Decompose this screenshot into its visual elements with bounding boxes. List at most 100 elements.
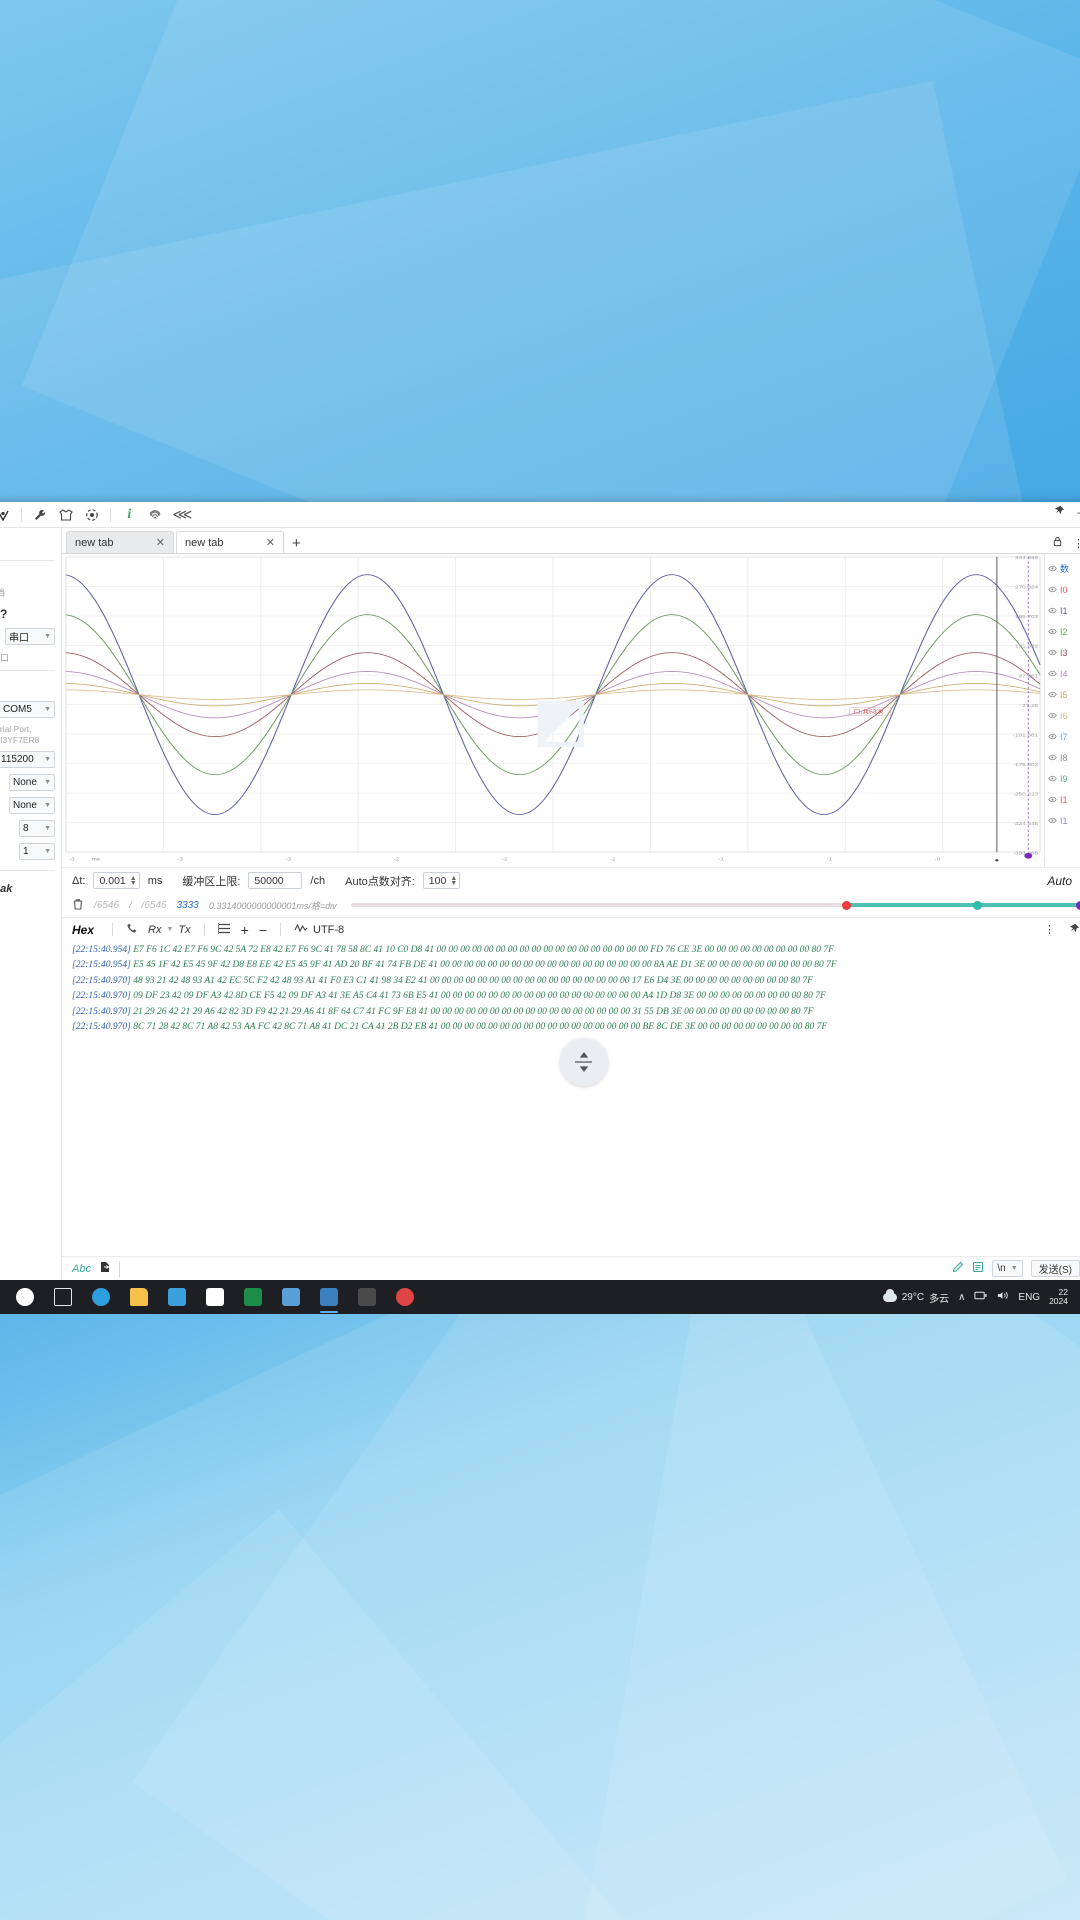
channel-row[interactable]: I2 <box>1045 621 1080 642</box>
pin-icon[interactable] <box>1069 923 1080 937</box>
edge-icon[interactable] <box>82 1280 120 1314</box>
wave-icon[interactable] <box>289 923 313 936</box>
channel-row[interactable]: I1 <box>1045 600 1080 621</box>
more-vertical-icon[interactable]: ⋮ <box>1073 537 1080 550</box>
break-button[interactable]: Break <box>0 883 12 895</box>
end-knob[interactable] <box>1076 901 1080 910</box>
tab-new-tab-2[interactable]: new tab ✕ <box>176 531 284 553</box>
parity-select[interactable]: None ▼ <box>9 797 55 814</box>
flow-control-select[interactable]: None ▼ <box>9 774 55 791</box>
stop-bits-select[interactable]: 1 ▼ <box>19 843 55 860</box>
channel-row[interactable]: I9 <box>1045 768 1080 789</box>
auto-label[interactable]: Auto <box>1047 874 1080 888</box>
eye-icon[interactable] <box>1048 816 1057 826</box>
eye-icon[interactable] <box>1048 606 1057 616</box>
phone-icon[interactable] <box>121 922 143 937</box>
hex-mode-button[interactable]: Hex <box>72 923 94 937</box>
eye-icon[interactable] <box>1048 732 1057 742</box>
file-send-icon[interactable] <box>99 1261 111 1276</box>
channel-row[interactable]: I0 <box>1045 579 1080 600</box>
baud-rate-select[interactable]: 115200 ▼ <box>0 751 55 768</box>
hex-log-panel[interactable]: [22:15:40.954] E7 F6 1C 42 E7 F6 9C 42 5… <box>62 941 1080 1256</box>
align-input[interactable]: 100 ▲▼ <box>423 872 460 889</box>
pencil-icon[interactable] <box>952 1261 964 1276</box>
channel-row[interactable]: I8 <box>1045 747 1080 768</box>
send-button[interactable]: 发送(S) <box>1031 1260 1080 1277</box>
terminal-icon[interactable] <box>348 1280 386 1314</box>
resize-handle[interactable] <box>560 1038 608 1086</box>
dt-input[interactable]: 0.001 ▲▼ <box>93 872 139 889</box>
eye-icon[interactable] <box>1048 774 1057 784</box>
lock-icon[interactable] <box>1052 536 1063 550</box>
eye-icon[interactable] <box>1048 564 1057 574</box>
zoom-out-button[interactable]: − <box>254 922 272 938</box>
channel-row[interactable]: I1 <box>1045 789 1080 810</box>
buffer-input[interactable]: 50000 <box>248 872 302 889</box>
pin-icon[interactable] <box>1054 505 1065 519</box>
list-icon[interactable] <box>972 1261 984 1276</box>
zoom-in-button[interactable]: + <box>236 922 254 938</box>
engine-help-icon[interactable]: ? <box>0 607 7 621</box>
recorder-icon[interactable] <box>386 1280 424 1314</box>
data-bits-select[interactable]: 8 ▼ <box>19 820 55 837</box>
channel-row[interactable]: I6 <box>1045 705 1080 726</box>
eye-icon[interactable] <box>1048 669 1057 679</box>
channel-row[interactable]: I4 <box>1045 663 1080 684</box>
eye-icon[interactable] <box>1048 753 1057 763</box>
keil-icon[interactable] <box>272 1280 310 1314</box>
excel-icon[interactable] <box>234 1280 272 1314</box>
send-input[interactable] <box>119 1261 944 1277</box>
eye-icon[interactable] <box>1048 711 1057 721</box>
eye-icon[interactable] <box>1048 690 1057 700</box>
language-indicator[interactable]: ENG <box>1018 1292 1040 1303</box>
fingerprint-icon[interactable] <box>142 504 168 526</box>
close-icon[interactable]: ✕ <box>156 536 165 549</box>
channel-row[interactable]: I3 <box>1045 642 1080 663</box>
encoding-label[interactable]: UTF-8 <box>313 924 344 936</box>
chevron-down-icon[interactable]: ▼ <box>166 926 173 933</box>
target-icon[interactable] <box>79 504 105 526</box>
com-port-select[interactable]: COM5 ▼ <box>0 701 55 718</box>
tab-new-tab-1[interactable]: new tab ✕ <box>66 531 174 553</box>
wrench-icon[interactable] <box>27 504 53 526</box>
eye-icon[interactable] <box>1048 795 1057 805</box>
store-icon[interactable] <box>158 1280 196 1314</box>
timeline-track[interactable] <box>351 903 1080 907</box>
volume-icon[interactable] <box>996 1290 1009 1304</box>
collapse-left-icon[interactable]: ⋘ <box>168 504 194 526</box>
task-view-icon[interactable] <box>44 1280 82 1314</box>
explorer-icon[interactable] <box>120 1280 158 1314</box>
channel-row[interactable]: I5 <box>1045 684 1080 705</box>
eye-icon[interactable] <box>1048 585 1057 595</box>
newline-select[interactable]: \n ▼ <box>992 1260 1022 1277</box>
channel-row[interactable]: 数 <box>1045 558 1080 579</box>
rx-toggle[interactable]: Rx <box>143 924 166 936</box>
waveform-plot[interactable]: ◩ 344.346270.024195.703121.38247.061-27.… <box>62 554 1044 867</box>
info-icon[interactable]: i <box>116 504 142 526</box>
trash-icon[interactable] <box>72 898 84 913</box>
start-icon[interactable] <box>6 1280 44 1314</box>
close-icon[interactable]: ✕ <box>266 536 275 549</box>
add-tab-button[interactable]: + <box>286 535 309 553</box>
shirt-icon[interactable] <box>53 504 79 526</box>
tx-toggle[interactable]: Tx <box>173 924 195 936</box>
eye-icon[interactable] <box>1048 648 1057 658</box>
battery-icon[interactable] <box>974 1290 987 1304</box>
weather-widget[interactable]: 29°C 多云 <box>883 1290 949 1305</box>
indent-icon[interactable] <box>213 923 236 937</box>
more-vertical-icon[interactable]: ⋮ <box>1044 923 1055 936</box>
channel-row[interactable]: I7 <box>1045 726 1080 747</box>
port-select[interactable]: 串口 ▼ <box>5 628 55 645</box>
clock[interactable]: 22 2024 <box>1049 1288 1068 1306</box>
logo-v-icon[interactable] <box>0 504 16 526</box>
stepper-icon[interactable]: ▲▼ <box>450 876 457 886</box>
tray-expand-icon[interactable]: ∧ <box>958 1292 965 1303</box>
stepper-icon[interactable]: ▲▼ <box>130 876 137 886</box>
word-icon[interactable] <box>196 1280 234 1314</box>
eye-icon[interactable] <box>1048 627 1057 637</box>
channel-row[interactable]: I1 <box>1045 810 1080 831</box>
start-knob[interactable] <box>842 901 851 910</box>
abc-mode-button[interactable]: Abc <box>72 1263 91 1275</box>
vofa-icon[interactable] <box>310 1280 348 1314</box>
mid-knob[interactable] <box>973 901 982 910</box>
